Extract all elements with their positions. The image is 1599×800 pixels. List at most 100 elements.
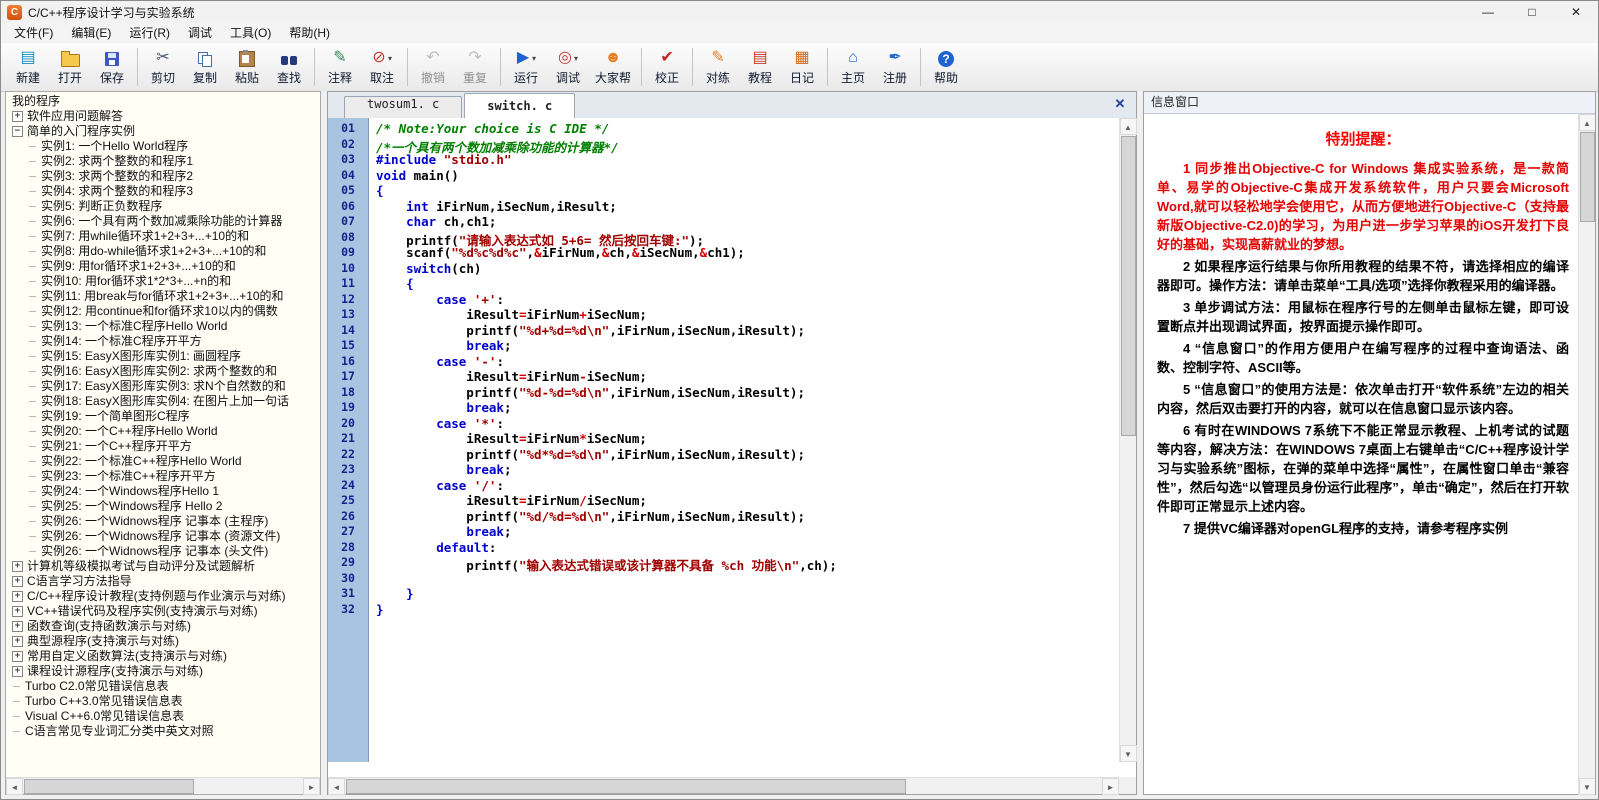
- community-help-button[interactable]: ☻ 大家帮: [589, 46, 637, 88]
- line-number[interactable]: 14: [328, 323, 368, 339]
- tree-item[interactable]: C语言常见专业词汇分类中英文对照: [6, 724, 320, 739]
- cut-button[interactable]: ✂ 剪切: [142, 46, 184, 88]
- code-line[interactable]: char ch,ch1;: [376, 214, 1136, 230]
- tree-item[interactable]: − 简单的入门程序实例: [6, 124, 320, 139]
- tutorial-button[interactable]: ▤ 教程: [739, 46, 781, 88]
- close-tab-icon[interactable]: ✕: [1112, 96, 1128, 112]
- tree-item[interactable]: 实例26: 一个Widnows程序 记事本 (资源文件): [6, 529, 320, 544]
- expand-icon[interactable]: +: [12, 666, 23, 677]
- code-line[interactable]: case '/':: [376, 478, 1136, 494]
- tree-item[interactable]: 实例14: 一个标准C程序开平方: [6, 334, 320, 349]
- tree-item[interactable]: + C/C++程序设计教程(支持例题与作业演示与对练): [6, 589, 320, 604]
- tab-twosum1-c[interactable]: twosum1. c: [344, 96, 463, 118]
- collapse-icon[interactable]: −: [12, 126, 23, 137]
- debug-button[interactable]: ◎ ▾ 调试: [547, 46, 589, 88]
- line-number[interactable]: 31: [328, 586, 368, 602]
- copy-button[interactable]: 复制: [184, 46, 226, 88]
- code-line[interactable]: {: [376, 183, 1136, 199]
- tree-item[interactable]: 实例5: 判断正负数程序: [6, 199, 320, 214]
- tree-item[interactable]: 实例24: 一个Windows程序Hello 1: [6, 484, 320, 499]
- scrollbar-thumb[interactable]: [1579, 132, 1595, 222]
- tree-item[interactable]: 实例2: 求两个整数的和程序1: [6, 154, 320, 169]
- line-number[interactable]: 07: [328, 214, 368, 230]
- code-area[interactable]: /* Note:Your choice is C IDE *//*一个具有两个数…: [369, 118, 1136, 762]
- tree-item[interactable]: + VC++错误代码及程序实例(支持演示与对练): [6, 604, 320, 619]
- menu-item[interactable]: 运行(R): [120, 23, 179, 43]
- code-line[interactable]: case '*':: [376, 416, 1136, 432]
- tree-item[interactable]: 我的程序: [6, 94, 320, 109]
- code-line[interactable]: printf("输入表达式错误或该计算器不具备 %ch 功能\n",ch);: [376, 555, 1136, 573]
- line-number[interactable]: 08: [328, 230, 368, 246]
- code-line[interactable]: break;: [376, 462, 1136, 478]
- tree-item[interactable]: 实例15: EasyX图形库实例1: 画圆程序: [6, 349, 320, 364]
- scrollbar-thumb[interactable]: [24, 778, 194, 794]
- expand-icon[interactable]: +: [12, 606, 23, 617]
- tree-item[interactable]: 实例12: 用continue和for循环求10以内的偶数: [6, 304, 320, 319]
- dropdown-arrow-icon[interactable]: ▾: [388, 54, 392, 63]
- code-line[interactable]: printf("%d+%d=%d\n",iFirNum,iSecNum,iRes…: [376, 323, 1136, 339]
- run-button[interactable]: ▶ ▾ 运行: [505, 46, 547, 88]
- code-line[interactable]: printf("%d/%d=%d\n",iFirNum,iSecNum,iRes…: [376, 509, 1136, 525]
- tree-item[interactable]: + 常用自定义函数算法(支持演示与对练): [6, 649, 320, 664]
- code-line[interactable]: /* Note:Your choice is C IDE */: [376, 121, 1136, 137]
- scrollbar-thumb[interactable]: [1120, 136, 1136, 436]
- practice-button[interactable]: ✎ 对练: [697, 46, 739, 88]
- tree-item[interactable]: 实例21: 一个C++程序开平方: [6, 439, 320, 454]
- expand-icon[interactable]: +: [12, 636, 23, 647]
- line-number[interactable]: 27: [328, 524, 368, 540]
- menu-item[interactable]: 工具(O): [221, 23, 280, 43]
- tree-item[interactable]: 实例22: 一个标准C++程序Hello World: [6, 454, 320, 469]
- line-number[interactable]: 15: [328, 338, 368, 354]
- tree-item[interactable]: 实例16: EasyX图形库实例2: 求两个整数的和: [6, 364, 320, 379]
- line-number[interactable]: 11: [328, 276, 368, 292]
- line-number[interactable]: 06: [328, 199, 368, 215]
- tree-item[interactable]: 实例26: 一个Widnows程序 记事本 (头文件): [6, 544, 320, 559]
- minimize-icon[interactable]: —: [1466, 1, 1510, 23]
- line-number[interactable]: 24: [328, 478, 368, 494]
- help-button[interactable]: ? 帮助: [925, 46, 967, 88]
- uncomment-button[interactable]: ⊘ ▾ 取注: [361, 46, 403, 88]
- tree-item[interactable]: + 函数查询(支持函数演示与对练): [6, 619, 320, 634]
- tree-item[interactable]: 实例19: 一个简单图形C程序: [6, 409, 320, 424]
- line-number[interactable]: 19: [328, 400, 368, 416]
- code-line[interactable]: iResult=iFirNum-iSecNum;: [376, 369, 1136, 385]
- menu-item[interactable]: 文件(F): [5, 23, 62, 43]
- code-line[interactable]: printf("%d-%d=%d\n",iFirNum,iSecNum,iRes…: [376, 385, 1136, 401]
- line-number[interactable]: 22: [328, 447, 368, 463]
- comment-button[interactable]: ✎ 注释: [319, 46, 361, 88]
- menu-item[interactable]: 编辑(E): [62, 23, 120, 43]
- line-number[interactable]: 18: [328, 385, 368, 401]
- line-number[interactable]: 26: [328, 509, 368, 525]
- code-line[interactable]: void main(): [376, 168, 1136, 184]
- expand-icon[interactable]: +: [12, 576, 23, 587]
- line-number[interactable]: 28: [328, 540, 368, 556]
- line-number[interactable]: 02: [328, 137, 368, 153]
- code-line[interactable]: iResult=iFirNum/iSecNum;: [376, 493, 1136, 509]
- scroll-down-icon[interactable]: ▼: [1578, 778, 1595, 795]
- code-line[interactable]: switch(ch): [376, 261, 1136, 277]
- tree-item[interactable]: 实例6: 一个具有两个数加减乘除功能的计算器: [6, 214, 320, 229]
- tree-item[interactable]: + 软件应用问题解答: [6, 109, 320, 124]
- tree-item[interactable]: 实例9: 用for循环求1+2+3+...+10的和: [6, 259, 320, 274]
- maximize-icon[interactable]: □: [1510, 1, 1554, 23]
- tree-item[interactable]: 实例20: 一个C++程序Hello World: [6, 424, 320, 439]
- scroll-right-icon[interactable]: ►: [303, 777, 320, 795]
- line-number[interactable]: 30: [328, 571, 368, 587]
- tab-switch-c[interactable]: switch. c: [464, 93, 576, 118]
- code-line[interactable]: default:: [376, 540, 1136, 556]
- code-line[interactable]: break;: [376, 400, 1136, 416]
- code-line[interactable]: case '+':: [376, 292, 1136, 308]
- line-number[interactable]: 25: [328, 493, 368, 509]
- line-number[interactable]: 09: [328, 245, 368, 261]
- scroll-up-icon[interactable]: ▲: [1119, 118, 1137, 135]
- tree-item[interactable]: 实例17: EasyX图形库实例3: 求N个自然数的和: [6, 379, 320, 394]
- tree-item[interactable]: 实例3: 求两个整数的和程序2: [6, 169, 320, 184]
- tree-item[interactable]: 实例26: 一个Widnows程序 记事本 (主程序): [6, 514, 320, 529]
- dropdown-arrow-icon[interactable]: ▾: [574, 54, 578, 63]
- tree-item[interactable]: + C语言学习方法指导: [6, 574, 320, 589]
- diary-button[interactable]: ▦ 日记: [781, 46, 823, 88]
- code-line[interactable]: int iFirNum,iSecNum,iResult;: [376, 199, 1136, 215]
- line-number[interactable]: 23: [328, 462, 368, 478]
- register-button[interactable]: ✒ 注册: [874, 46, 916, 88]
- code-line[interactable]: break;: [376, 338, 1136, 354]
